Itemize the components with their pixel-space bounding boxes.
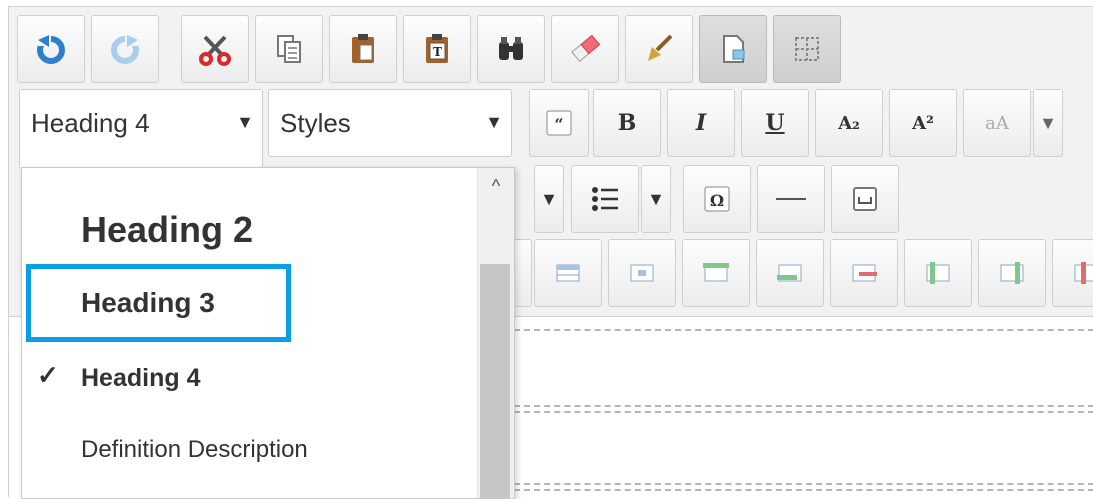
paste-text-button[interactable]: T <box>403 15 471 83</box>
underline-icon: U <box>765 110 785 136</box>
focus-highlight <box>26 264 291 342</box>
show-blocks-button[interactable] <box>773 15 841 83</box>
block-outline <box>514 489 1093 491</box>
table-column-delete-icon <box>1066 253 1093 293</box>
table-column-insert-icon <box>918 253 958 293</box>
chevron-down-icon: ▼ <box>236 112 254 132</box>
document-preview-icon <box>713 29 753 69</box>
remove-format-button[interactable] <box>551 15 619 83</box>
bold-button[interactable]: B <box>593 89 661 157</box>
quote-glyph: “ <box>554 115 563 134</box>
indent-dropdown-arrow[interactable]: ▼ <box>534 165 564 233</box>
font-size-dropdown-arrow[interactable]: ▼ <box>1033 89 1063 157</box>
undo-button[interactable] <box>17 15 85 83</box>
checkmark-icon: ✓ <box>37 360 59 390</box>
paste-button[interactable] <box>329 15 397 83</box>
table-icon <box>548 253 588 293</box>
page-break-button[interactable] <box>831 165 899 233</box>
svg-text:T: T <box>433 45 442 59</box>
bulleted-list-dropdown-arrow[interactable]: ▼ <box>641 165 671 233</box>
table-button-partial[interactable] <box>514 239 532 307</box>
block-outline <box>514 483 1093 485</box>
styles-combo-value: Styles <box>280 108 351 138</box>
bulleted-list-icon <box>585 179 625 219</box>
copy-icon <box>269 29 309 69</box>
table-cell-icon <box>622 253 662 293</box>
chevron-down-icon: ▼ <box>485 112 503 132</box>
quote-icon: “ <box>539 103 579 143</box>
undo-icon <box>31 29 71 69</box>
insert-row-before-button[interactable] <box>682 239 750 307</box>
superscript-button[interactable]: A² <box>889 89 957 157</box>
horizontal-rule-button[interactable] <box>757 165 825 233</box>
scrollbar-thumb[interactable] <box>480 264 510 498</box>
bulleted-list-button[interactable] <box>571 165 639 233</box>
dropdown-scrollbar[interactable]: ^ <box>477 168 514 498</box>
table-column-append-icon <box>992 253 1032 293</box>
format-option-label: Heading 4 <box>81 363 201 392</box>
binoculars-icon <box>491 29 531 69</box>
clipboard-text-icon: T <box>417 29 457 69</box>
find-button[interactable] <box>477 15 545 83</box>
cut-button[interactable] <box>181 15 249 83</box>
paintbrush-icon <box>639 29 679 69</box>
redo-icon <box>105 29 145 69</box>
font-size-icon: aA <box>985 112 1009 134</box>
underline-button[interactable]: U <box>741 89 809 157</box>
blocks-grid-icon <box>787 29 827 69</box>
table-row-insert-icon <box>696 253 736 293</box>
format-option-label: Definition Description <box>81 436 308 463</box>
page-break-icon <box>845 179 885 219</box>
redo-button[interactable] <box>91 15 159 83</box>
block-outline <box>514 329 1093 331</box>
format-option-label: Heading 2 <box>81 209 254 250</box>
horizontal-line-icon <box>771 179 811 219</box>
insert-column-before-button[interactable] <box>904 239 972 307</box>
table-properties-button[interactable] <box>534 239 602 307</box>
font-size-button[interactable]: aA <box>963 89 1031 157</box>
italic-icon: I <box>695 110 707 136</box>
omega-icon: Ω <box>697 179 737 219</box>
table-row-delete-icon <box>844 253 884 293</box>
insert-column-after-button[interactable] <box>978 239 1046 307</box>
eraser-icon <box>565 29 605 69</box>
superscript-icon: A² <box>912 112 934 134</box>
subscript-button[interactable]: A₂ <box>815 89 883 157</box>
delete-row-button[interactable] <box>830 239 898 307</box>
scissors-icon <box>195 29 235 69</box>
chevron-down-icon: ▼ <box>540 188 558 209</box>
preview-button[interactable] <box>699 15 767 83</box>
copy-formatting-button[interactable] <box>625 15 693 83</box>
bold-icon: B <box>617 110 637 136</box>
format-option-heading-2[interactable]: Heading 2 <box>22 198 477 262</box>
scroll-up-icon[interactable]: ^ <box>478 168 514 204</box>
subscript-icon: A₂ <box>838 112 860 134</box>
chevron-down-icon: ▼ <box>1039 112 1057 133</box>
special-char-button[interactable]: Ω <box>683 165 751 233</box>
table-row-append-icon <box>770 253 810 293</box>
format-option-heading-4[interactable]: ✓ Heading 4 <box>22 346 477 410</box>
delete-column-button[interactable] <box>1052 239 1093 307</box>
chevron-down-icon: ▼ <box>647 188 665 209</box>
styles-combo[interactable]: Styles ▼ <box>268 89 512 157</box>
format-option-definition-description[interactable]: Definition Description <box>22 418 477 482</box>
omega-glyph: Ω <box>710 191 724 210</box>
italic-button[interactable]: I <box>667 89 735 157</box>
insert-row-after-button[interactable] <box>756 239 824 307</box>
copy-button[interactable] <box>255 15 323 83</box>
clipboard-icon <box>343 29 383 69</box>
blockquote-button[interactable]: “ <box>529 89 589 157</box>
cell-properties-button[interactable] <box>608 239 676 307</box>
block-outline <box>514 411 1093 413</box>
format-combo-value: Heading 4 <box>31 108 150 138</box>
format-combo[interactable]: Heading 4 ▼ <box>19 89 263 169</box>
block-outline <box>514 405 1093 407</box>
